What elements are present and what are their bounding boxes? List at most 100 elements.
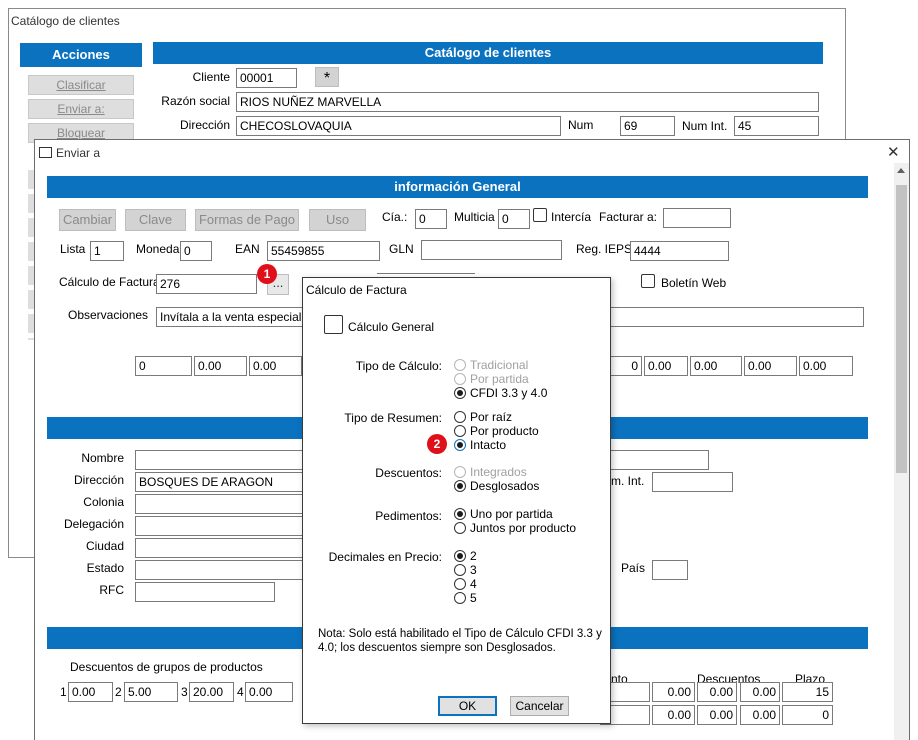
intacto-radio[interactable] <box>454 439 466 451</box>
window-title: Catálogo de clientes <box>11 14 120 28</box>
por-raiz-radio[interactable] <box>454 411 466 423</box>
nombre-input-right[interactable] <box>600 450 709 470</box>
ean-input[interactable]: 55459855 <box>267 241 380 261</box>
num-int-input[interactable] <box>652 472 733 492</box>
row-value[interactable]: 0.00 <box>249 356 302 376</box>
lista-label: Lista <box>60 242 86 256</box>
grupo-num: 2 <box>115 685 122 699</box>
facturar-a-input[interactable] <box>663 208 731 228</box>
nota-text: Nota: Solo está habilitado el Tipo de Cá… <box>318 628 602 654</box>
delegacion-input[interactable] <box>135 516 305 536</box>
row-value[interactable]: 0.00 <box>799 356 853 376</box>
juntos-por-producto-label: Juntos por producto <box>470 521 577 535</box>
moneda-input[interactable]: 0 <box>180 241 212 261</box>
estado-input[interactable] <box>135 560 305 580</box>
cia-input[interactable]: 0 <box>415 209 447 229</box>
formas-de-pago-button[interactable]: Formas de Pago <box>195 209 299 231</box>
row-value[interactable]: 0.00 <box>690 356 742 376</box>
decimales-4-radio[interactable] <box>454 578 466 590</box>
intacto-label: Intacto <box>470 438 507 452</box>
enviar-a-button[interactable]: Enviar a: <box>28 99 134 119</box>
pais-input[interactable] <box>652 560 688 580</box>
grupo-input[interactable]: 0.00 <box>245 682 293 702</box>
por-partida-label: Por partida <box>470 372 529 386</box>
decimales-3-radio[interactable] <box>454 564 466 576</box>
boletin-web-checkbox[interactable] <box>641 274 655 288</box>
cliente-label: Cliente <box>192 70 230 84</box>
razon-social-input[interactable]: RIOS NUÑEZ MARVELLA <box>236 92 819 112</box>
calculo-factura-input[interactable]: 276 <box>156 274 257 294</box>
calculo-general-checkbox[interactable] <box>324 315 343 334</box>
calculo-factura-dialog <box>302 277 611 724</box>
row-value[interactable]: 0.00 <box>744 356 797 376</box>
scroll-up-icon[interactable] <box>897 168 905 173</box>
scrollbar-thumb[interactable] <box>896 185 907 473</box>
tradicional-radio[interactable] <box>454 359 466 371</box>
ok-button[interactable]: OK <box>438 696 497 716</box>
cfdi-radio[interactable] <box>454 387 466 399</box>
nombre-label: Nombre <box>81 451 124 465</box>
juntos-por-producto-radio[interactable] <box>454 522 466 534</box>
direccion-input[interactable]: BOSQUES DE ARAGON <box>135 472 305 492</box>
descuentos-label: Descuentos: <box>375 466 442 480</box>
uno-por-partida-radio[interactable] <box>454 508 466 520</box>
decimales-2-label: 2 <box>470 549 477 563</box>
gln-label: GLN <box>389 242 414 256</box>
vertical-scrollbar[interactable] <box>894 163 909 740</box>
grid-cell[interactable]: 0.00 <box>697 705 737 725</box>
multicia-input[interactable]: 0 <box>498 209 530 229</box>
row-value[interactable]: 0.00 <box>194 356 247 376</box>
num-label: Num <box>568 118 594 132</box>
row-value[interactable]: 0 <box>135 356 192 376</box>
cambiar-button[interactable]: Cambiar <box>59 209 116 231</box>
row-value[interactable]: 0.00 <box>644 356 688 376</box>
direccion-label: Dirección <box>73 473 124 487</box>
step-badge-2: 2 <box>427 434 447 454</box>
grupo-input[interactable]: 0.00 <box>68 682 113 702</box>
clave-button[interactable]: Clave <box>125 209 186 231</box>
grid-cell[interactable]: 0.00 <box>652 705 695 725</box>
grupo-num: 1 <box>60 685 67 699</box>
close-icon[interactable]: ✕ <box>887 143 900 161</box>
clasificar-button[interactable]: Clasificar <box>28 75 134 95</box>
por-partida-radio[interactable] <box>454 373 466 385</box>
observaciones-label: Observaciones <box>68 308 149 322</box>
rfc-input[interactable] <box>135 582 275 602</box>
decimales-3-label: 3 <box>470 563 477 577</box>
window-app-icon <box>39 147 52 158</box>
reg-ieps-input[interactable]: 4444 <box>630 241 729 261</box>
ciudad-label: Ciudad <box>85 539 124 553</box>
star-button[interactable]: * <box>315 67 339 87</box>
grid-cell[interactable]: 0.00 <box>740 705 780 725</box>
por-producto-radio[interactable] <box>454 425 466 437</box>
num-int-input[interactable]: 45 <box>734 116 819 136</box>
cfdi-label: CFDI 3.3 y 4.0 <box>470 386 548 400</box>
cancelar-button[interactable]: Cancelar <box>510 696 569 716</box>
grupo-input[interactable]: 5.00 <box>124 682 178 702</box>
grid-cell[interactable]: 0 <box>782 705 833 725</box>
grid-cell[interactable]: 0.00 <box>652 682 695 702</box>
ean-label: EAN <box>235 242 260 256</box>
colonia-input[interactable] <box>135 494 305 514</box>
ciudad-input[interactable] <box>135 538 305 558</box>
num-input[interactable]: 69 <box>620 116 675 136</box>
cliente-input[interactable]: 00001 <box>236 68 297 88</box>
uso-button[interactable]: Uso <box>309 209 366 231</box>
catalogo-header: Catálogo de clientes <box>153 42 823 64</box>
gln-input[interactable] <box>421 240 562 260</box>
desglosados-radio[interactable] <box>454 480 466 492</box>
decimales-2-radio[interactable] <box>454 550 466 562</box>
razon-social-label: Razón social <box>161 94 230 108</box>
grid-cell[interactable]: 0.00 <box>697 682 737 702</box>
grid-cell[interactable]: 15 <box>782 682 833 702</box>
integrados-radio[interactable] <box>454 466 466 478</box>
lista-input[interactable]: 1 <box>90 241 124 261</box>
uno-por-partida-label: Uno por partida <box>470 507 553 521</box>
direccion-input[interactable]: CHECOSLOVAQUIA <box>236 116 561 136</box>
decimales-5-radio[interactable] <box>454 592 466 604</box>
grid-cell[interactable]: 0.00 <box>740 682 780 702</box>
intercia-checkbox[interactable] <box>533 208 547 222</box>
enviar-a-title: Enviar a <box>56 146 101 160</box>
grupo-input[interactable]: 20.00 <box>189 682 234 702</box>
nombre-input[interactable] <box>135 450 305 470</box>
